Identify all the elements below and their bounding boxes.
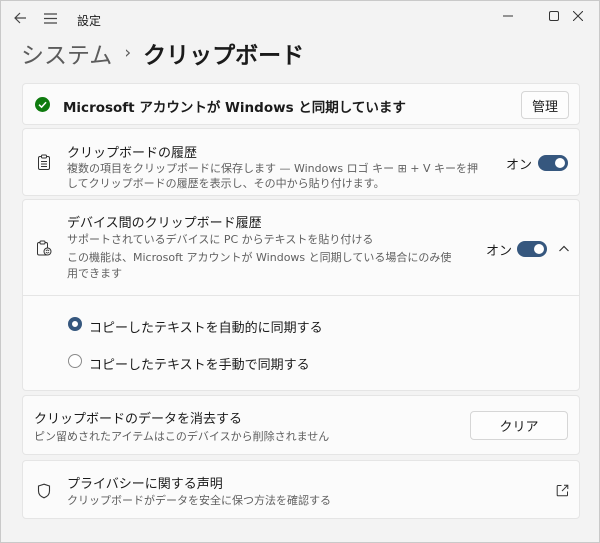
- shield-icon: [37, 483, 51, 499]
- manual-sync-label[interactable]: コピーしたテキストを手動で同期する: [89, 354, 310, 373]
- clear-button[interactable]: クリア: [470, 411, 568, 440]
- clipboard-sync-icon: [37, 240, 52, 256]
- history-title: クリップボードの履歴: [67, 146, 198, 161]
- breadcrumb-separator: ›: [124, 43, 132, 63]
- cross-device-toggle-label: オン: [486, 244, 513, 259]
- hamburger-icon: [43, 12, 57, 24]
- external-link-icon[interactable]: [556, 484, 569, 497]
- toggle-knob: [555, 158, 565, 168]
- sync-status-text: Microsoft アカウントが Windows と同期しています: [63, 100, 406, 116]
- cross-device-toggle[interactable]: [517, 241, 547, 257]
- back-button[interactable]: [9, 7, 31, 29]
- section-divider: [23, 295, 579, 296]
- app-title: 設定: [77, 14, 102, 28]
- breadcrumb: システム › クリップボード: [21, 35, 304, 71]
- privacy-title: プライバシーに関する声明: [67, 477, 223, 492]
- close-button[interactable]: [555, 1, 600, 31]
- cross-device-description-line3: 用できます: [67, 267, 122, 280]
- settings-window: 設定 システム › クリップボード Microsoft アカウントが Windo…: [0, 0, 600, 543]
- cross-device-title: デバイス間のクリップボード履歴: [67, 216, 262, 231]
- privacy-statement-card[interactable]: プライバシーに関する声明 クリップボードがデータを安全に保つ方法を確認する: [22, 460, 580, 519]
- menu-button[interactable]: [39, 7, 61, 29]
- title-bar: 設定: [1, 1, 599, 37]
- clear-data-card: クリップボードのデータを消去する ピン留めされたアイテムはこのデバイスから削除さ…: [22, 395, 580, 455]
- check-circle-icon: [35, 97, 50, 112]
- clipboard-history-card: クリップボードの履歴 複数の項目をクリップボードに保存します — Windows…: [22, 128, 580, 196]
- minimize-button[interactable]: [485, 1, 531, 31]
- history-description-line2: してクリップボードの履歴を表示し、その中から貼り付けます。: [67, 177, 385, 190]
- auto-sync-label[interactable]: コピーしたテキストを自動的に同期する: [89, 317, 323, 336]
- cross-device-description-line2: この機能は、Microsoft アカウントが Windows と同期している場合…: [67, 251, 452, 264]
- cross-device-sync-card: デバイス間のクリップボード履歴 サポートされているデバイスに PC からテキスト…: [22, 199, 580, 391]
- history-toggle-label: オン: [506, 158, 533, 173]
- toggle-knob: [534, 244, 544, 254]
- page-title: クリップボード: [143, 43, 305, 69]
- clear-description: ピン留めされたアイテムはこのデバイスから削除されません: [34, 430, 330, 443]
- close-icon: [573, 11, 583, 21]
- history-toggle[interactable]: [538, 155, 568, 171]
- privacy-description: クリップボードがデータを安全に保つ方法を確認する: [67, 494, 331, 507]
- clipboard-list-icon: [38, 154, 50, 170]
- manual-sync-radio[interactable]: [68, 354, 82, 368]
- chevron-up-icon[interactable]: [556, 241, 572, 257]
- breadcrumb-parent[interactable]: システム: [21, 36, 112, 70]
- sync-status-card: Microsoft アカウントが Windows と同期しています 管理: [22, 83, 580, 125]
- auto-sync-radio[interactable]: [68, 317, 82, 331]
- clear-title: クリップボードのデータを消去する: [34, 412, 243, 427]
- cross-device-description-line1: サポートされているデバイスに PC からテキストを貼り付ける: [67, 233, 374, 246]
- manage-button[interactable]: 管理: [521, 91, 569, 119]
- history-description-line1: 複数の項目をクリップボードに保存します — Windows ロゴ キー ⊞ + …: [67, 162, 479, 175]
- minimize-icon: [503, 15, 513, 17]
- arrow-left-icon: [13, 12, 26, 24]
